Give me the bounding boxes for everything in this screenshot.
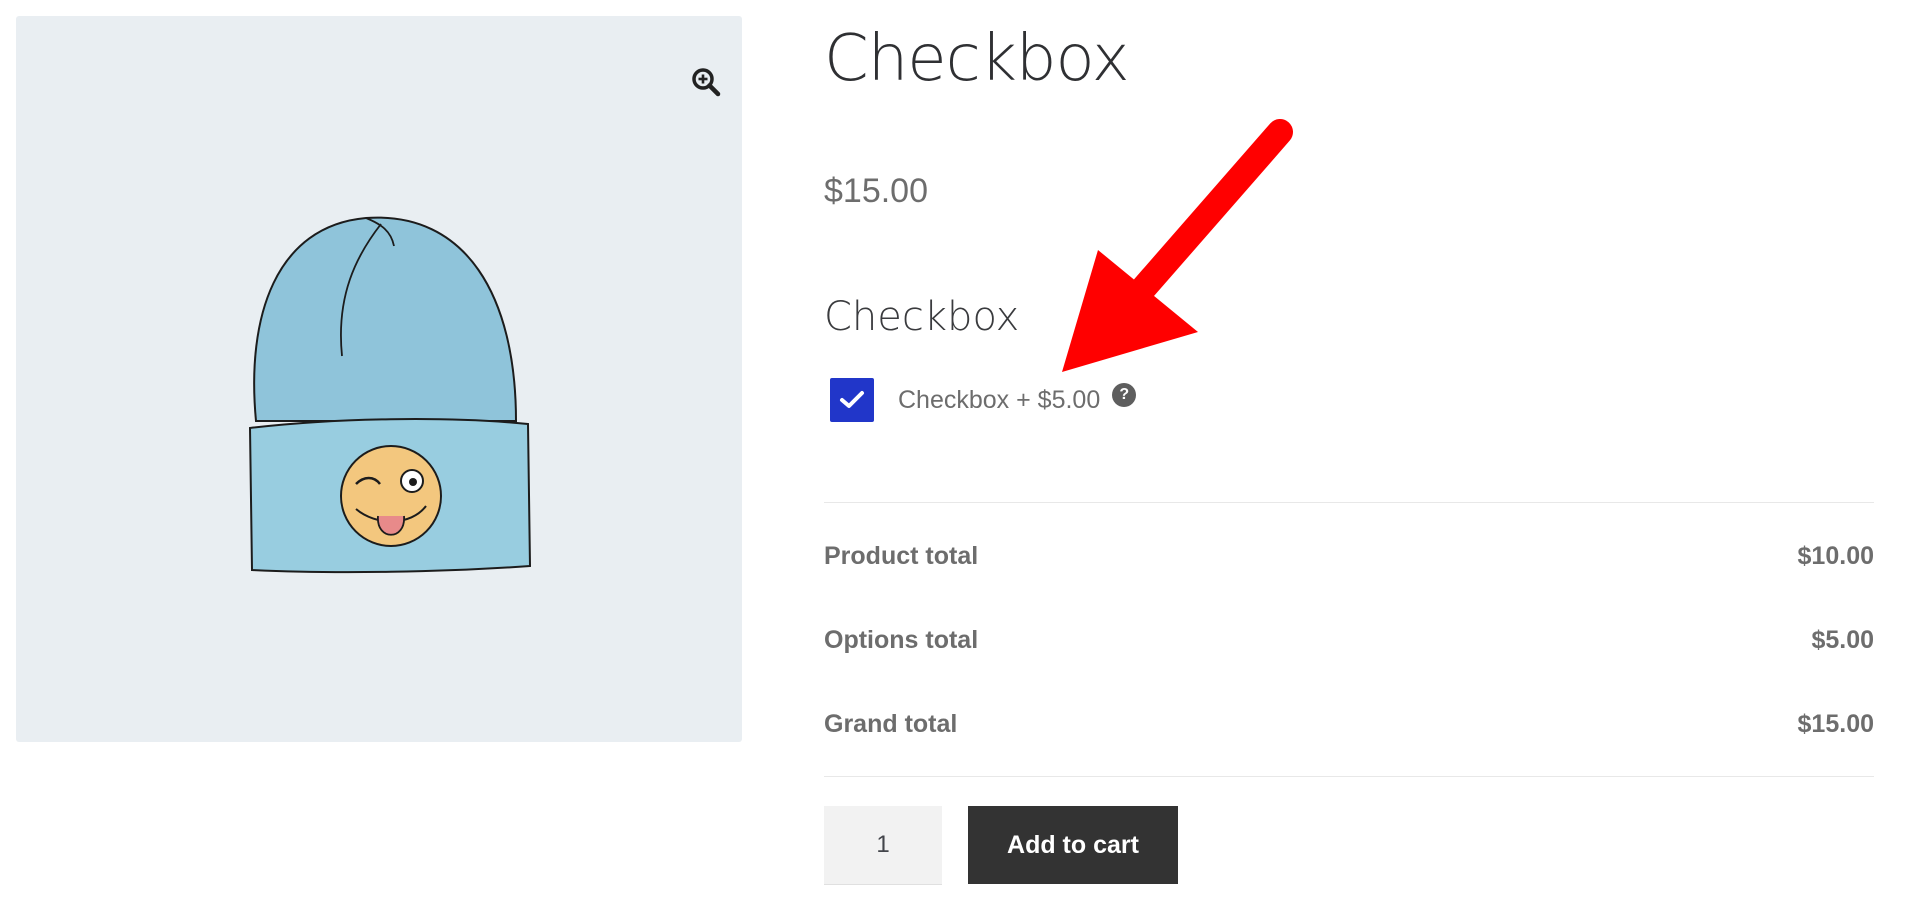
- total-row-options: Options total $5.00: [824, 626, 1874, 655]
- option-checkbox[interactable]: [830, 378, 874, 422]
- total-value: $15.00: [1797, 710, 1874, 738]
- product-image[interactable]: [16, 16, 742, 742]
- add-to-cart-button[interactable]: Add to cart: [968, 806, 1178, 884]
- total-label: Options total: [824, 626, 979, 654]
- product-price: $15.00: [824, 172, 928, 210]
- quantity-input[interactable]: 1: [824, 806, 942, 885]
- totals-divider-top: [824, 502, 1874, 503]
- total-row-grand: Grand total $15.00: [824, 710, 1874, 739]
- totals-divider-bottom: [824, 776, 1874, 777]
- annotation-arrow: [1062, 119, 1293, 372]
- total-row-product: Product total $10.00: [824, 542, 1874, 571]
- zoom-button[interactable]: [680, 56, 732, 108]
- beanie-illustration: [248, 216, 532, 574]
- total-label: Product total: [824, 542, 979, 570]
- check-icon: [840, 391, 864, 408]
- product-title: Checkbox: [824, 22, 1130, 96]
- total-label: Grand total: [824, 710, 958, 738]
- zoom-in-icon: [692, 68, 721, 97]
- total-value: $10.00: [1797, 542, 1874, 570]
- total-value: $5.00: [1811, 626, 1874, 654]
- option-heading: Checkbox: [824, 294, 1020, 340]
